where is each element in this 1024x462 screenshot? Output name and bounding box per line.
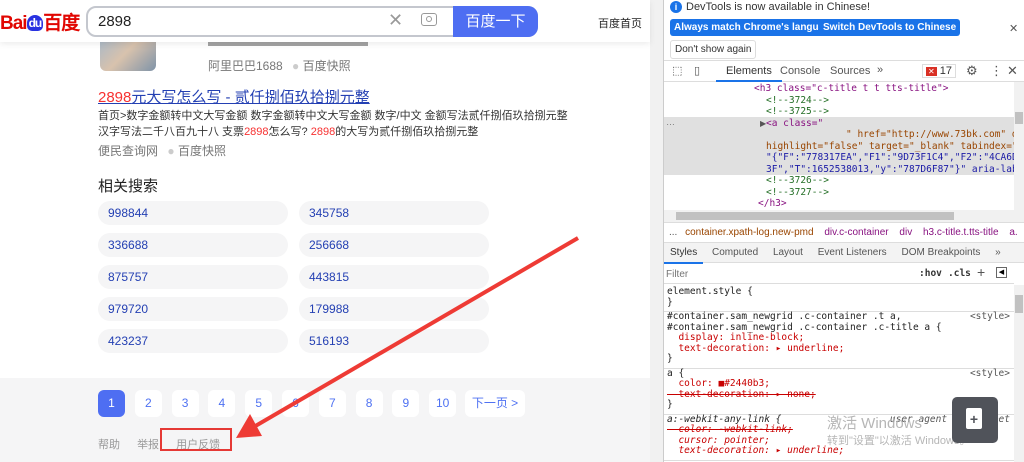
node-ellipsis[interactable]: …	[666, 117, 675, 127]
tab-layout[interactable]: Layout	[773, 247, 803, 258]
info-message: DevTools is now available in Chinese!	[686, 1, 871, 13]
styles-filter-bar: :hov .cls + ◀	[664, 264, 1014, 284]
dom-hscrollbar[interactable]	[664, 210, 1024, 222]
styles-tabs: Styles Computed Layout Event Listeners D…	[664, 242, 1024, 264]
more-tabs[interactable]: »	[877, 64, 883, 76]
tab-styles[interactable]: Styles	[664, 243, 704, 264]
style-line[interactable]: }	[664, 353, 1014, 365]
dom-comment[interactable]: <!--3724-->	[766, 95, 829, 107]
breadcrumb-item[interactable]: h3.c-title.t.tts-title	[923, 227, 999, 238]
close-devtools-icon[interactable]: ✕	[1007, 63, 1018, 79]
new-file-icon: +	[966, 408, 982, 429]
breadcrumb-more[interactable]: ...	[669, 227, 677, 238]
page-scrollbar[interactable]	[650, 0, 663, 462]
devtools-toolbar: ⬚ ▯ Elements Console Sources » ✕ 17 ⚙ ⋮ …	[664, 60, 1024, 82]
style-rule: element.style {}	[664, 286, 1014, 312]
breadcrumb-item[interactable]: div.c-container	[824, 227, 888, 238]
error-count: 17	[939, 65, 953, 77]
style-line[interactable]: color: ■#2440b3;	[664, 378, 1014, 390]
dom-line[interactable]: 3F","T":1652538013,"y":"787D6F87"}" aria…	[766, 164, 1014, 176]
dom-comment[interactable]: <!--3727-->	[766, 187, 829, 199]
activation-watermark-hint: 转到"设置"以激活 Windows。	[827, 435, 971, 447]
breadcrumb: ... container.xpath-log.new-pmd div.c-co…	[664, 222, 1024, 242]
dont-show-button[interactable]: Don't show again	[670, 40, 757, 59]
style-line[interactable]: element.style {	[664, 286, 1014, 298]
floating-new-file-button[interactable]: +	[952, 397, 998, 443]
activation-watermark: 激活 Windows	[827, 415, 923, 432]
close-infobar-icon[interactable]: ✕	[1009, 22, 1018, 35]
tab-console[interactable]: Console	[780, 65, 820, 77]
more-style-tabs[interactable]: »	[995, 247, 1001, 258]
dom-vscrollbar[interactable]	[1014, 82, 1024, 210]
style-rule: <style> #container.sam_newgrid .c-contain…	[664, 311, 1014, 369]
info-icon: i	[670, 1, 682, 13]
dom-comment[interactable]: <!--3725-->	[766, 106, 829, 118]
tab-elements[interactable]: Elements	[716, 61, 782, 82]
annotation-arrow	[236, 236, 580, 438]
tab-event-listeners[interactable]: Event Listeners	[818, 247, 887, 258]
devtools-panel: i DevTools is now available in Chinese! …	[664, 0, 1024, 462]
inspect-icon[interactable]: ⬚	[672, 64, 682, 77]
cls-toggle[interactable]: .cls	[948, 268, 971, 280]
dom-line[interactable]: <h3 class="c-title t t tts-title">	[754, 83, 948, 95]
hov-toggle[interactable]: :hov	[919, 268, 942, 280]
error-badge[interactable]: ✕ 17	[922, 64, 957, 78]
styles-scrollbar[interactable]	[1014, 285, 1024, 462]
dom-line[interactable]: " href="http://www.73bk.com" data-	[846, 129, 1014, 141]
style-line[interactable]: #container.sam_newgrid .c-container .t a…	[664, 311, 1014, 323]
style-line[interactable]: display: inline-block;	[664, 332, 1014, 344]
match-language-button[interactable]: Always match Chrome's language	[670, 19, 840, 36]
dom-comment[interactable]: <!--3726-->	[766, 175, 829, 187]
device-icon[interactable]: ▯	[694, 64, 700, 77]
search-results-page: Baidu百度 ✕ 百度一下 百度首页 阿里巴巴1688 ● 百度快照 2898…	[0, 0, 664, 462]
style-line[interactable]: }	[664, 297, 1014, 309]
toggle-sidebar-icon[interactable]: ◀	[996, 267, 1007, 278]
error-icon: ✕	[926, 67, 937, 76]
tab-sources[interactable]: Sources	[830, 65, 870, 77]
breadcrumb-item[interactable]: container.xpath-log.new-pmd	[685, 227, 813, 238]
style-line[interactable]: text-decoration: ▸ underline;	[664, 343, 1014, 355]
tab-dom-breakpoints[interactable]: DOM Breakpoints	[901, 247, 980, 258]
filter-input[interactable]	[666, 266, 906, 282]
tab-computed[interactable]: Computed	[712, 247, 758, 258]
breadcrumb-item[interactable]: a.	[1009, 227, 1017, 238]
new-rule-icon[interactable]: +	[977, 264, 985, 280]
more-menu-icon[interactable]: ⋮	[990, 63, 1003, 79]
rule-source[interactable]: <style>	[970, 368, 1010, 380]
dom-line[interactable]: highlight="false" target="_blank" tabind…	[766, 141, 1014, 153]
rule-source[interactable]: <style>	[970, 311, 1010, 323]
dom-line[interactable]: "{"F":"778317EA","F1":"9D73F1C4","F2":"4…	[766, 152, 1014, 164]
breadcrumb-item[interactable]: div	[899, 227, 912, 238]
switch-chinese-button[interactable]: Switch DevTools to Chinese	[819, 19, 961, 36]
dom-line[interactable]: <a class="	[766, 118, 823, 130]
dom-line[interactable]: </h3>	[758, 198, 787, 210]
dom-tree: … ▶ <h3 class="c-title t t tts-title"> <…	[664, 82, 1014, 210]
settings-icon[interactable]: ⚙	[966, 63, 978, 79]
